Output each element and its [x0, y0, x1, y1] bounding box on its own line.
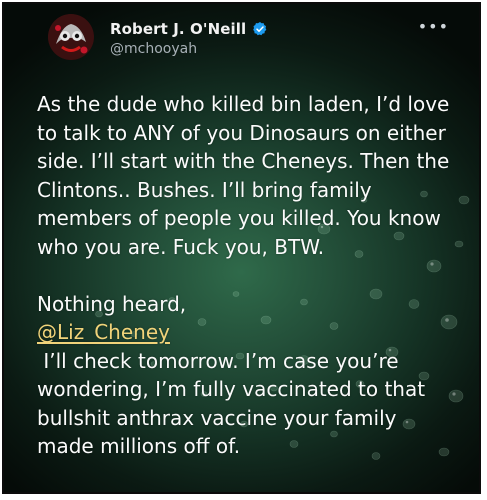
tweet-text: As the dude who killed bin laden, I’d lo…	[37, 90, 479, 461]
tweet-line: to talk to ANY of you Dinosaurs on eithe…	[37, 120, 446, 145]
author-name[interactable]: Robert J. O'Neill	[110, 20, 246, 38]
tweet-header: Robert J. O'Neill @mchooyah •••	[48, 14, 459, 60]
avatar-icon	[48, 14, 94, 60]
verified-badge-icon	[252, 21, 268, 37]
tweet-line: As the dude who killed bin laden, I’d lo…	[37, 92, 450, 116]
tweet-line: members of people you killed. You know	[37, 206, 441, 230]
tweet-line: made millions off of.	[37, 434, 241, 458]
mention-link[interactable]: @Liz_Cheney	[37, 320, 170, 344]
author-name-row: Robert J. O'Neill	[110, 20, 268, 38]
avatar[interactable]	[48, 14, 94, 60]
more-options-icon[interactable]: •••	[418, 19, 449, 35]
author-handle[interactable]: @mchooyah	[110, 41, 197, 57]
tweet-card: Robert J. O'Neill @mchooyah ••• As the d…	[2, 2, 481, 494]
tweet-line: side. I’ll start with the Cheneys. Then …	[37, 149, 450, 173]
tweet-line: wondering, I’m fully vaccinated to that	[37, 377, 426, 401]
tweet-line: I’ll check tomorrow. I’m case you’re	[37, 348, 399, 373]
tweet-line: Clintons.. Bushes. I’ll bring family	[37, 177, 372, 202]
tweet-line: Nothing heard,	[37, 291, 187, 316]
tweet-line: who you are. Fuck you, BTW.	[37, 234, 325, 259]
tweet-line: bullshit anthrax vaccine your family	[37, 405, 397, 430]
